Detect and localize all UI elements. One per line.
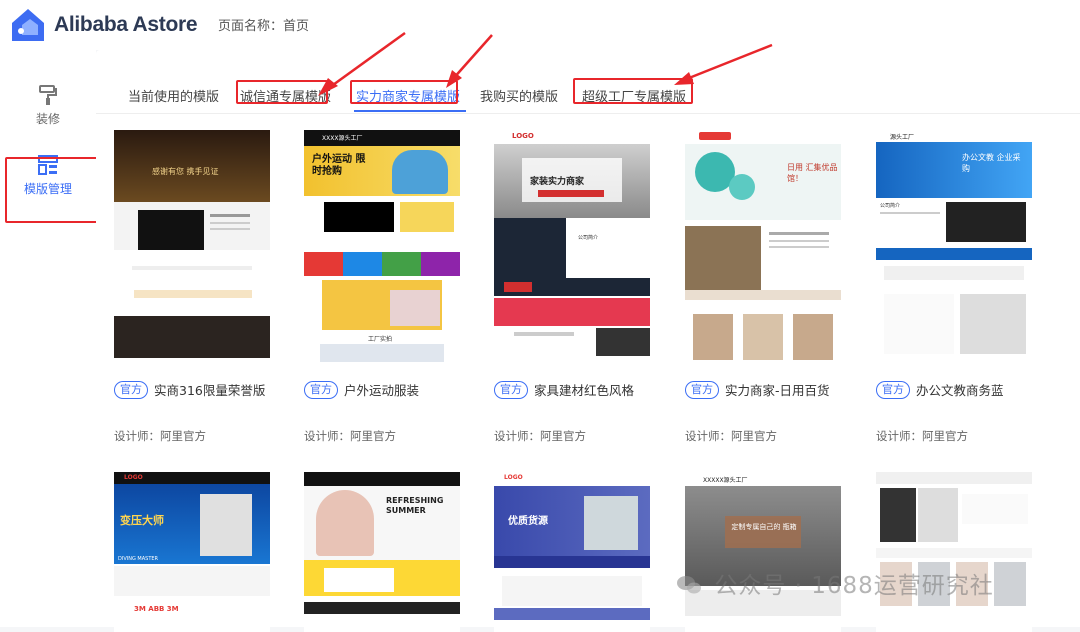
- official-badge: 官方: [494, 380, 528, 399]
- official-badge: 官方: [114, 380, 148, 399]
- tab-current-template[interactable]: 当前使用的模版: [128, 86, 219, 105]
- template-thumbnail[interactable]: LOGO 优质货源: [494, 472, 650, 632]
- template-title: 官方 户外运动服装: [304, 380, 419, 399]
- sidebar-item-decorate[interactable]: 装修: [0, 84, 96, 127]
- sidebar: 装修 模版管理: [0, 50, 96, 627]
- template-name: 实力商家-日用百货: [725, 383, 830, 398]
- template-thumbnail[interactable]: XXXX源头工厂 户外运动 限时抢购 工厂实拍: [304, 130, 460, 364]
- annotation-box: [5, 157, 102, 223]
- thumbnail-logo: LOGO: [504, 474, 523, 481]
- thumbnail-headline: REFRESHING SUMMER: [386, 496, 444, 515]
- template-title: 官方 办公文教商务蓝: [876, 380, 1004, 399]
- official-badge: 官方: [685, 380, 719, 399]
- thumbnail-subheading: 公司简介: [880, 203, 901, 209]
- top-bar: Alibaba Astore 页面名称：首页: [0, 0, 1080, 50]
- annotation-arrow: [674, 43, 773, 85]
- thumbnail-subheading: DIVING MASTER: [118, 556, 159, 562]
- template-thumbnail[interactable]: REFRESHING SUMMER: [304, 472, 460, 632]
- thumbnail-brand: 源头工厂: [890, 134, 915, 141]
- page-name-label: 页面名称：首页: [218, 19, 310, 34]
- thumbnail-brand: XXXXX源头工厂: [703, 477, 748, 484]
- template-thumbnail[interactable]: LOGO 家装实力商家 公司简介: [494, 130, 650, 364]
- template-thumbnail[interactable]: XXXXX源头工厂 定制专属自己的 瓶箱: [685, 472, 841, 632]
- thumbnail-headline: 家装实力商家: [530, 177, 585, 187]
- watermark: 公众号 · 1688运营研究社: [676, 566, 994, 600]
- paint-roller-icon: [39, 85, 57, 105]
- house-logo-icon: [12, 9, 44, 41]
- template-name: 办公文教商务蓝: [916, 383, 1004, 398]
- thumbnail-headline: 感谢有您 携手见证: [152, 167, 219, 176]
- designer-label: 设计师：阿里官方: [685, 429, 777, 443]
- template-title: 官方 实商316限量荣誉版: [114, 380, 265, 399]
- thumbnail-logo: LOGO: [512, 132, 534, 140]
- template-name: 户外运动服装: [344, 383, 420, 398]
- wechat-icon: [677, 576, 701, 594]
- brand-logo[interactable]: Alibaba Astore: [8, 5, 198, 45]
- template-thumbnail[interactable]: 日用 汇集优品馆！: [685, 130, 841, 364]
- watermark-text: 公众号 · 1688运营研究社: [714, 573, 994, 599]
- sidebar-item-label: 装修: [35, 112, 60, 126]
- brand-name: Alibaba Astore: [54, 13, 198, 36]
- thumbnail-headline: 定制专属自己的 瓶箱: [731, 523, 797, 531]
- official-badge: 官方: [304, 380, 338, 399]
- designer-label: 设计师：阿里官方: [304, 429, 396, 443]
- template-thumbnail[interactable]: LOGO 变压大师 DIVING MASTER 3M ABB 3M: [114, 472, 270, 632]
- template-title: 官方 实力商家-日用百货: [685, 380, 830, 399]
- annotation-arrow: [446, 34, 493, 88]
- template-name: 实商316限量荣誉版: [154, 383, 266, 398]
- official-badge: 官方: [876, 380, 910, 399]
- thumbnail-headline: 日用 汇集优品馆！: [787, 163, 838, 183]
- template-thumbnail[interactable]: 源头工厂 办公文教 企业采购 公司简介: [876, 130, 1032, 364]
- thumbnail-subheading: 公司简介: [578, 235, 599, 241]
- template-name: 家具建材红色风格: [534, 383, 635, 398]
- thumbnail-logo: LOGO: [124, 474, 143, 481]
- tabs-divider: [96, 113, 1080, 114]
- thumbnail-brand: XXXX源头工厂: [322, 135, 363, 142]
- thumbnail-headline: 户外运动 限时抢购: [312, 154, 366, 177]
- active-tab-indicator: [354, 110, 466, 112]
- annotation-arrow: [318, 31, 406, 96]
- designer-label: 设计师：阿里官方: [876, 429, 968, 443]
- thumbnail-footer: 工厂实拍: [368, 336, 393, 343]
- designer-label: 设计师：阿里官方: [494, 429, 586, 443]
- thumbnail-headline: 优质货源: [508, 516, 548, 527]
- template-title: 官方 家具建材红色风格: [494, 380, 634, 399]
- template-thumbnail[interactable]: [876, 472, 1032, 632]
- designer-label: 设计师：阿里官方: [114, 429, 206, 443]
- template-thumbnail[interactable]: 感谢有您 携手见证: [114, 130, 270, 364]
- thumbnail-footer: 3M ABB 3M: [134, 605, 179, 613]
- thumbnail-headline: 变压大师: [120, 514, 164, 527]
- thumbnail-headline: 办公文教 企业采购: [962, 153, 1021, 173]
